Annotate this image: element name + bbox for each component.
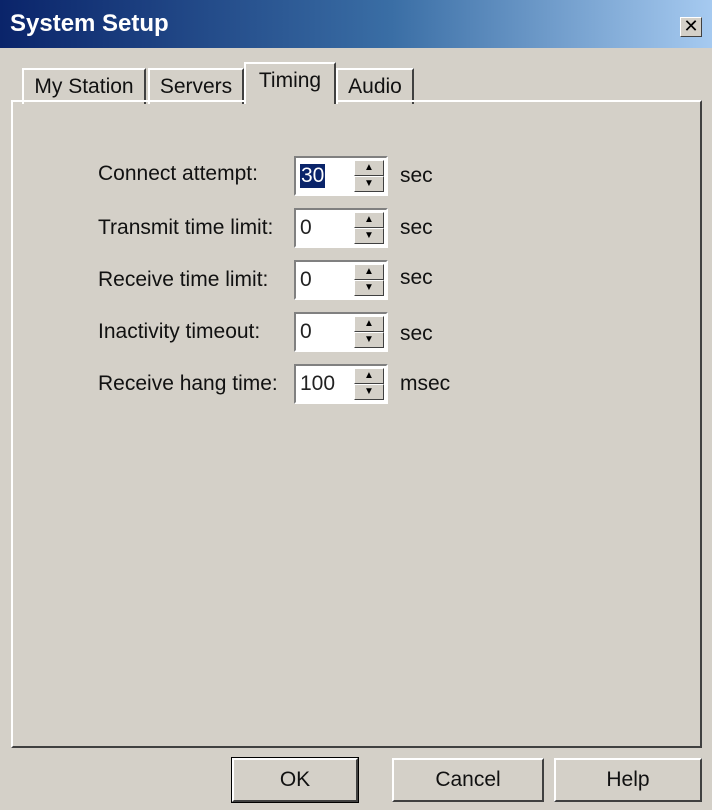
- down-arrow-icon: ▼: [364, 386, 374, 397]
- receive-hang-time-unit: msec: [400, 372, 451, 395]
- tab-servers[interactable]: Servers: [148, 68, 244, 104]
- tab-label: My Station: [34, 75, 134, 98]
- system-setup-dialog: System Setup ✕ My Station Servers Timing…: [0, 0, 712, 810]
- inactivity-timeout-field[interactable]: 0 ▲ ▼: [294, 312, 388, 352]
- transmit-time-limit-unit: sec: [400, 216, 433, 239]
- connect-attempt-unit: sec: [400, 164, 433, 187]
- down-arrow-icon: ▼: [364, 230, 374, 241]
- transmit-time-limit-field[interactable]: 0 ▲ ▼: [294, 208, 388, 248]
- receive-time-limit-value[interactable]: 0: [300, 268, 312, 292]
- connect-attempt-value[interactable]: 30: [300, 164, 326, 188]
- close-icon: ✕: [683, 16, 699, 36]
- spin-down-button[interactable]: ▼: [354, 176, 384, 192]
- spin-up-button[interactable]: ▲: [354, 368, 384, 384]
- transmit-time-limit-value[interactable]: 0: [300, 216, 312, 240]
- inactivity-timeout-unit: sec: [400, 322, 433, 345]
- up-arrow-icon: ▲: [364, 266, 374, 277]
- down-arrow-icon: ▼: [364, 178, 374, 189]
- close-button[interactable]: ✕: [680, 17, 702, 37]
- inactivity-timeout-spinner[interactable]: ▲ ▼: [354, 316, 384, 348]
- tab-label: Audio: [348, 75, 402, 98]
- timing-panel: [11, 100, 702, 748]
- window-title: System Setup: [10, 10, 169, 37]
- spin-down-button[interactable]: ▼: [354, 280, 384, 296]
- spin-up-button[interactable]: ▲: [354, 316, 384, 332]
- spin-up-button[interactable]: ▲: [354, 212, 384, 228]
- receive-time-limit-field[interactable]: 0 ▲ ▼: [294, 260, 388, 300]
- connect-attempt-spinner[interactable]: ▲ ▼: [354, 160, 384, 192]
- tab-label: Servers: [159, 75, 233, 98]
- inactivity-timeout-value[interactable]: 0: [300, 320, 312, 344]
- receive-hang-time-spinner[interactable]: ▲ ▼: [354, 368, 384, 400]
- connect-attempt-field[interactable]: 30 ▲ ▼: [294, 156, 388, 196]
- ok-button[interactable]: OK: [231, 757, 359, 803]
- up-arrow-icon: ▲: [364, 214, 374, 225]
- help-button[interactable]: Help: [554, 758, 702, 802]
- help-button-label: Help: [606, 768, 650, 791]
- receive-time-limit-unit: sec: [400, 266, 433, 289]
- tab-timing[interactable]: Timing: [244, 62, 336, 104]
- spin-down-button[interactable]: ▼: [354, 384, 384, 400]
- receive-hang-time-field[interactable]: 100 ▲ ▼: [294, 364, 388, 404]
- cancel-button[interactable]: Cancel: [392, 758, 544, 802]
- spin-down-button[interactable]: ▼: [354, 332, 384, 348]
- tab-my-station[interactable]: My Station: [22, 68, 146, 104]
- up-arrow-icon: ▲: [364, 162, 374, 173]
- tab-label: Timing: [258, 69, 322, 92]
- receive-hang-time-value[interactable]: 100: [300, 372, 335, 396]
- transmit-time-limit-spinner[interactable]: ▲ ▼: [354, 212, 384, 244]
- receive-time-limit-spinner[interactable]: ▲ ▼: [354, 264, 384, 296]
- title-bar[interactable]: System Setup ✕: [0, 0, 712, 48]
- up-arrow-icon: ▲: [364, 370, 374, 381]
- cancel-button-label: Cancel: [435, 768, 501, 791]
- up-arrow-icon: ▲: [364, 318, 374, 329]
- spin-up-button[interactable]: ▲: [354, 160, 384, 176]
- down-arrow-icon: ▼: [364, 334, 374, 345]
- spin-up-button[interactable]: ▲: [354, 264, 384, 280]
- down-arrow-icon: ▼: [364, 282, 374, 293]
- tab-audio[interactable]: Audio: [336, 68, 414, 104]
- ok-button-label: OK: [279, 768, 311, 791]
- spin-down-button[interactable]: ▼: [354, 228, 384, 244]
